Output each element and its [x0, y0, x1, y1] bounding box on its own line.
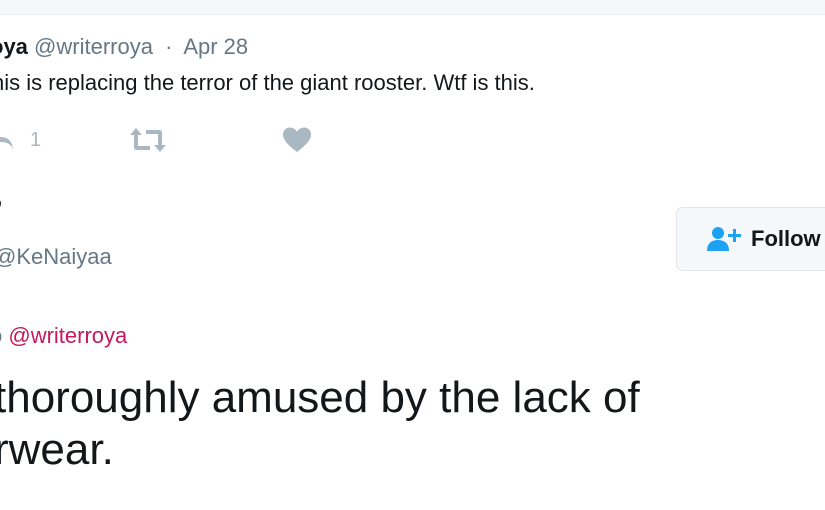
add-user-icon: [707, 227, 741, 251]
replying-to: o @writerroya: [0, 322, 127, 350]
parent-author-handle[interactable]: @writerroya: [34, 34, 153, 59]
follow-button[interactable]: Follow: [676, 207, 825, 271]
reply-tweet-text: thoroughly amused by the lack of rwear.: [0, 373, 640, 474]
retweet-icon: [130, 128, 166, 152]
reply-count: 1: [30, 128, 42, 151]
parent-tweet-time[interactable]: Apr 28: [183, 34, 248, 59]
parent-tweet-text: his is replacing the terror of the giant…: [0, 70, 535, 95]
meta-separator: ·: [165, 34, 173, 59]
reply-author-handle[interactable]: @KeNaiyaa: [0, 243, 112, 271]
reply-button[interactable]: 1: [0, 120, 41, 160]
heart-icon: [283, 127, 311, 152]
retweet-button[interactable]: [128, 120, 168, 160]
like-button[interactable]: [282, 120, 312, 160]
replying-prefix: o: [0, 323, 2, 348]
top-strip: [0, 0, 825, 15]
parent-tweet-actions: 1: [0, 120, 360, 160]
follow-button-label: Follow: [751, 226, 821, 251]
parent-tweet-header: oya @writerroya · Apr 28: [0, 33, 248, 61]
parent-author-name[interactable]: oya: [0, 34, 28, 59]
replying-mention-link[interactable]: @writerroya: [8, 323, 127, 348]
reply-icon: [0, 133, 13, 149]
reply-author-name[interactable]: ,: [0, 180, 3, 210]
